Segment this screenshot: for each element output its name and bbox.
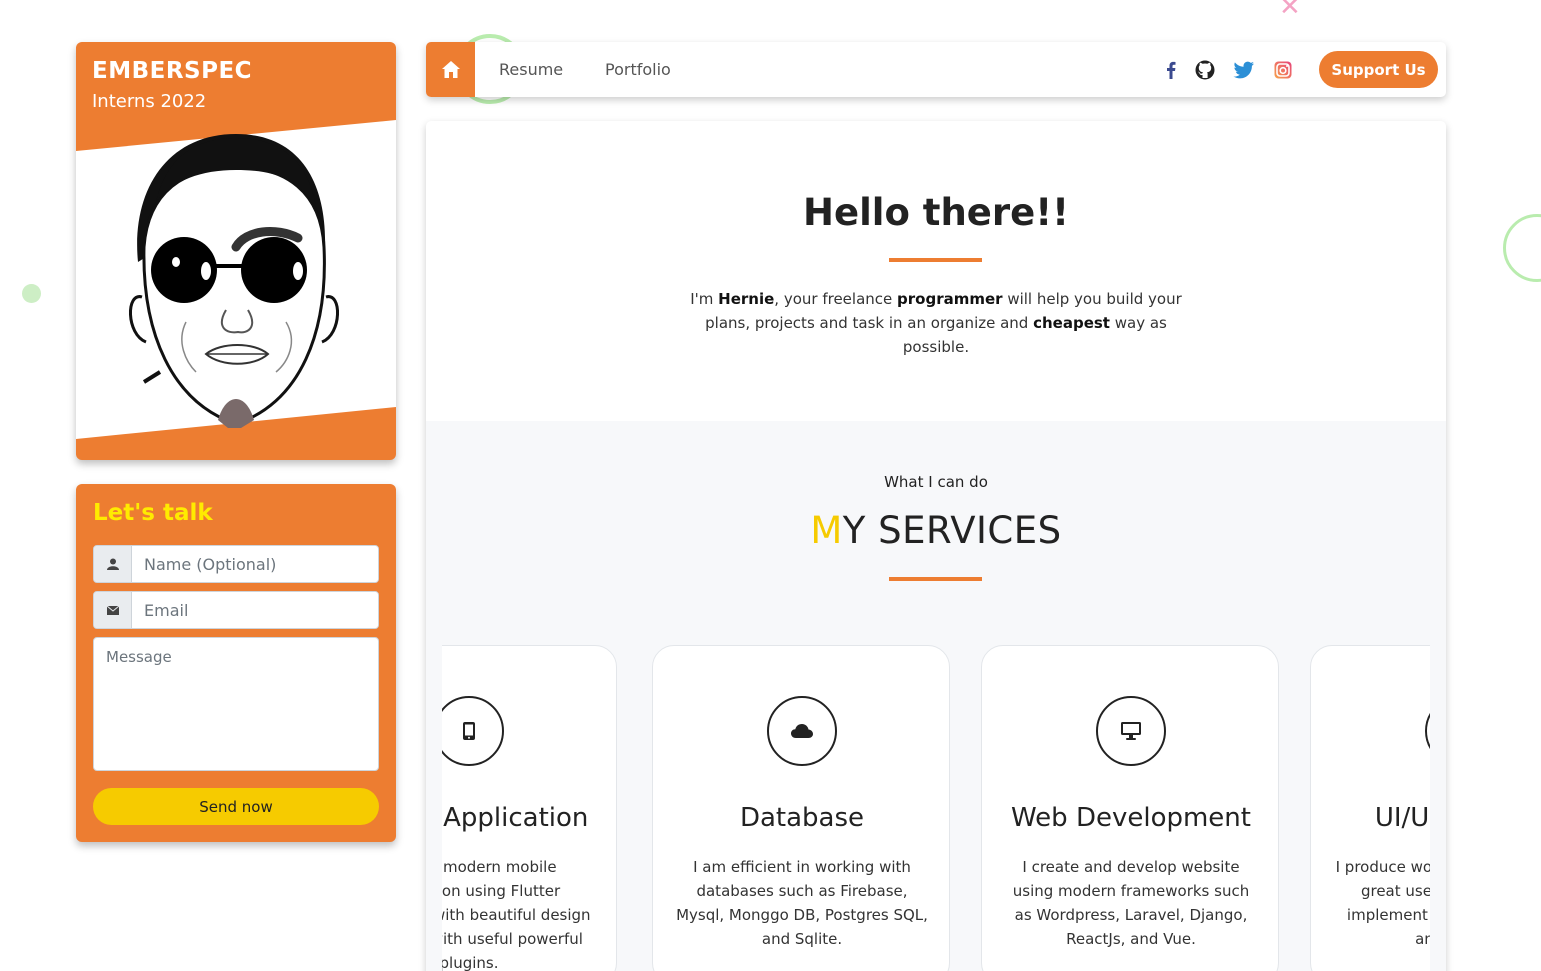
email-input-group: [93, 591, 379, 629]
decorative-dot: [22, 284, 41, 303]
hero-emphasis: cheapest: [1033, 314, 1110, 332]
design-icon: [1425, 696, 1430, 766]
facebook-icon[interactable]: [1160, 59, 1182, 81]
nav-link-resume[interactable]: Resume: [499, 60, 563, 79]
decorative-ring: [1503, 214, 1541, 282]
main-panel: Hello there!! I'm Hernie, your freelance…: [426, 121, 1446, 971]
home-icon: [441, 61, 460, 78]
brand-name: EMBERSPEC: [92, 58, 253, 84]
instagram-icon[interactable]: [1272, 59, 1294, 81]
service-card-design[interactable]: UI/UX Design I produce wonderful designs…: [1310, 645, 1430, 971]
brand-subtitle: Interns 2022: [92, 91, 207, 112]
service-card-mobile[interactable]: Mobile Application I create modern mobil…: [442, 645, 617, 971]
service-description: I create modern mobile application using…: [442, 858, 591, 971]
services-kicker: What I can do: [884, 473, 988, 491]
hero-role: programmer: [897, 290, 1003, 308]
hero-underline: [889, 258, 982, 262]
name-input[interactable]: [132, 546, 378, 582]
service-title: UI/UX Design: [1374, 803, 1430, 833]
nav-link-portfolio[interactable]: Portfolio: [605, 60, 671, 79]
service-title: Web Development: [1011, 803, 1251, 833]
hero-name: Hernie: [718, 290, 775, 308]
service-description: I am efficient in working with databases…: [676, 858, 928, 948]
service-title: Mobile Application: [442, 803, 589, 833]
contact-title: Let's talk: [93, 500, 213, 526]
support-us-button[interactable]: Support Us: [1319, 51, 1438, 88]
envelope-icon: [94, 592, 132, 628]
github-icon[interactable]: [1194, 59, 1216, 81]
hero-intro: I'm Hernie, your freelance programmer wi…: [690, 290, 1182, 356]
services-section: What I can do MY SERVICES Mobile Applica…: [426, 421, 1446, 971]
message-textarea[interactable]: [93, 637, 379, 771]
send-now-button[interactable]: Send now: [93, 788, 379, 825]
service-description: I create and develop website using moder…: [1012, 858, 1250, 948]
top-navbar: Resume Portfolio Support Us: [426, 42, 1446, 97]
mobile-icon: [442, 696, 504, 766]
services-carousel[interactable]: Mobile Application I create modern mobil…: [442, 645, 1430, 971]
contact-card: Let's talk Send now: [76, 484, 396, 842]
desktop-icon: [1096, 696, 1166, 766]
name-input-group: [93, 545, 379, 583]
services-underline: [889, 577, 982, 581]
service-card-database[interactable]: Database I am efficient in working with …: [652, 645, 950, 971]
services-title: MY SERVICES: [810, 509, 1062, 552]
user-icon: [94, 546, 132, 582]
service-description: I produce wonderful designs with great u…: [1335, 858, 1430, 948]
profile-card: EMBERSPEC Interns 2022: [76, 42, 396, 460]
decorative-cross: ✕: [1279, 0, 1301, 22]
email-input[interactable]: [132, 592, 378, 628]
home-button[interactable]: [426, 42, 475, 97]
cloud-icon: [767, 696, 837, 766]
hero-title: Hello there!!: [803, 191, 1069, 234]
twitter-icon[interactable]: [1233, 59, 1255, 81]
service-title: Database: [739, 803, 865, 833]
service-card-web-development[interactable]: Web Development I create and develop web…: [981, 645, 1279, 971]
